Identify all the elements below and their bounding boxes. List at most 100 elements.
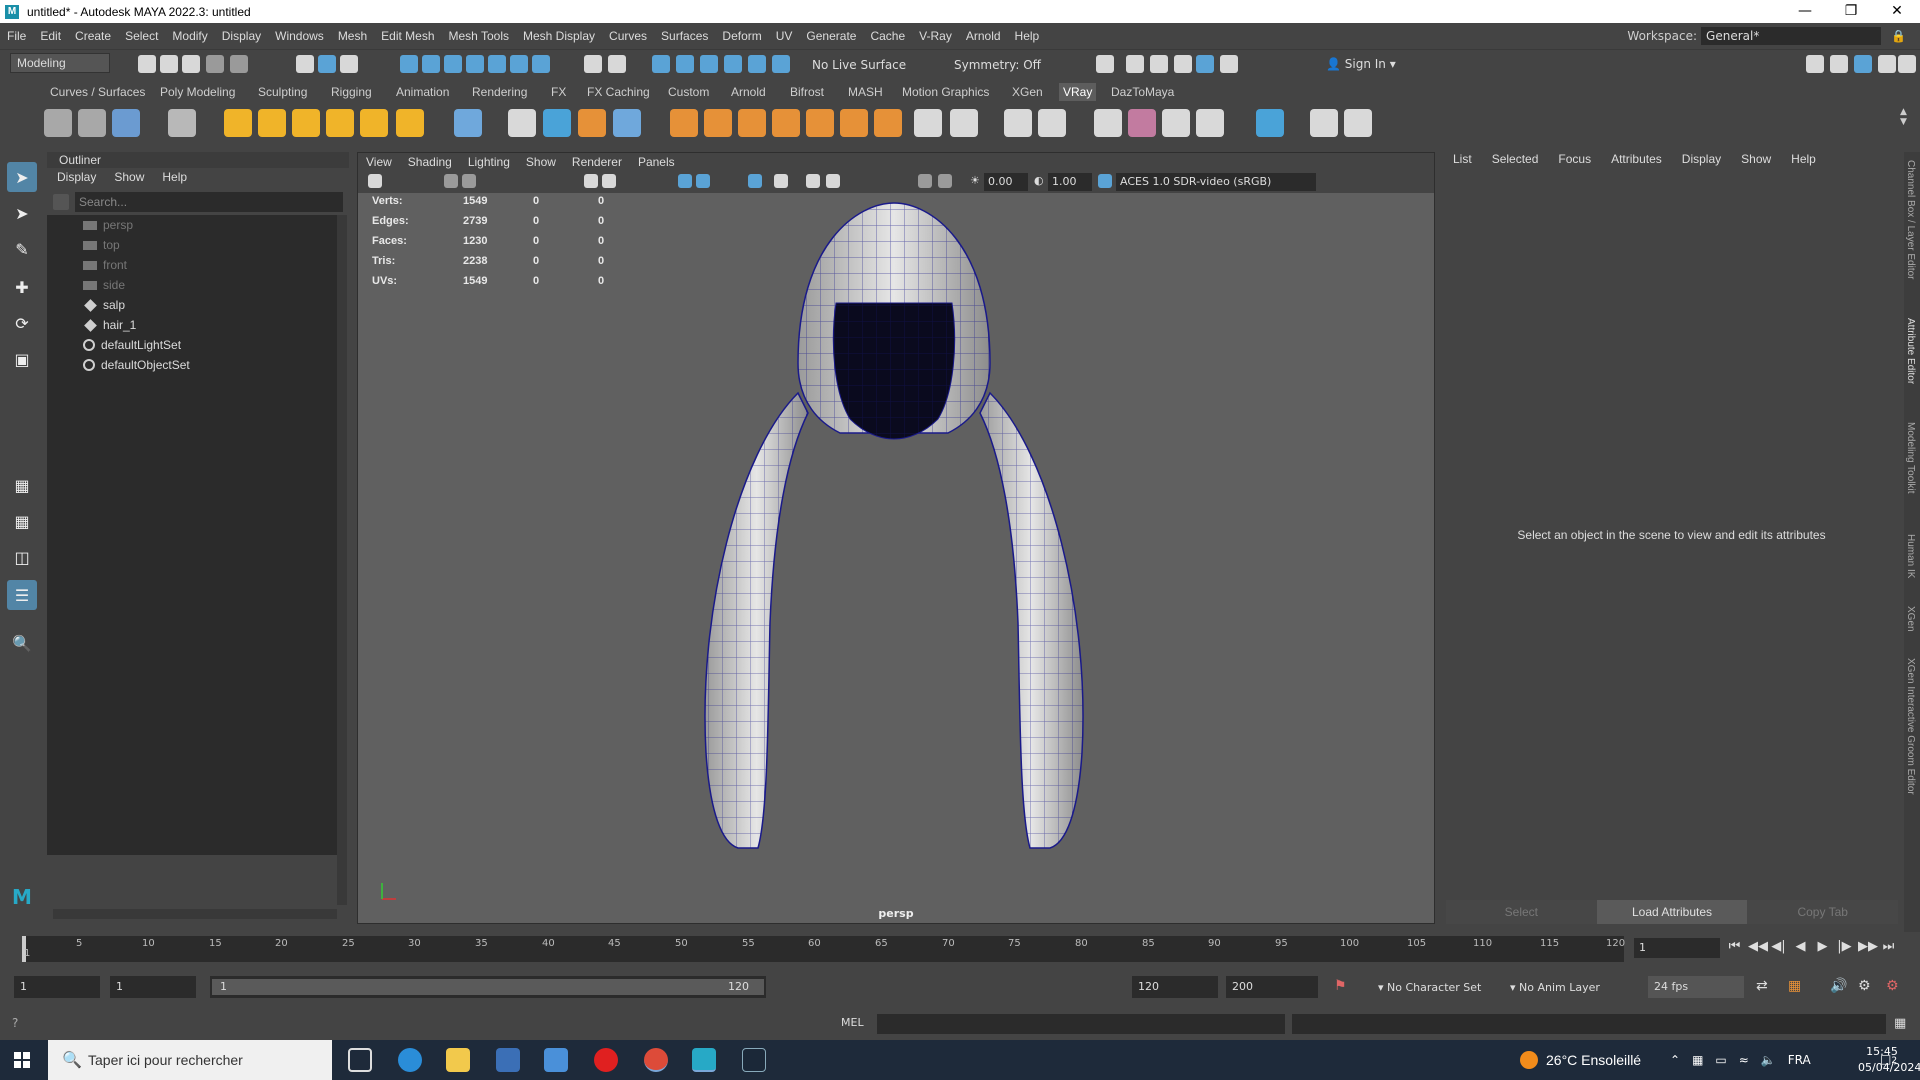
vray-mesh-light-icon[interactable]	[326, 109, 354, 137]
close-button[interactable]: ✕	[1874, 0, 1920, 23]
shelf-tab-animation[interactable]: Animation	[396, 85, 449, 99]
viewport-menu-show[interactable]: Show	[526, 155, 556, 169]
wireframe-icon[interactable]	[678, 174, 692, 188]
snap-point-icon[interactable]	[444, 55, 462, 73]
vray-render-elements-icon[interactable]	[806, 109, 834, 137]
list-item[interactable]: hair_1	[83, 315, 136, 335]
vray-enmesh-icon[interactable]	[1196, 109, 1224, 137]
side-tab-attribute-editor[interactable]: Attribute Editor	[1905, 318, 1916, 384]
scale-tool-icon[interactable]: ▣	[7, 344, 37, 374]
construction-icon[interactable]	[724, 55, 742, 73]
channel-box-icon[interactable]	[1878, 55, 1896, 73]
lasso-tool-icon[interactable]: ➤	[7, 198, 37, 228]
highlight-selection-icon[interactable]	[608, 55, 626, 73]
vray-sphere-light-icon[interactable]	[292, 109, 320, 137]
file-explorer-icon[interactable]	[446, 1048, 470, 1072]
script-editor-icon[interactable]: ▦	[1894, 1016, 1906, 1031]
vray-dome-light-icon[interactable]	[224, 109, 252, 137]
shelf-tab-rigging[interactable]: Rigging	[331, 85, 372, 99]
attribute-editor-icon[interactable]	[1830, 55, 1848, 73]
outliner-search-input[interactable]: Search...	[75, 192, 343, 212]
script-language-toggle[interactable]: MEL	[841, 1016, 864, 1029]
viewport-panel[interactable]: View Shading Lighting Show Renderer Pane…	[357, 152, 1435, 924]
menu-generate[interactable]: Generate	[799, 29, 863, 43]
viewport-menu-panels[interactable]: Panels	[638, 155, 675, 169]
loop-icon[interactable]: ⇄	[1756, 978, 1768, 994]
outliner-horizontal-scrollbar[interactable]	[53, 909, 337, 919]
scene-start-field[interactable]: 1	[14, 976, 100, 998]
vray-material-icon[interactable]	[670, 109, 698, 137]
side-tab-xgen-groom[interactable]: XGen Interactive Groom Editor	[1905, 658, 1916, 795]
maya-taskbar-icon[interactable]	[692, 1048, 716, 1072]
list-item[interactable]: defaultObjectSet	[83, 355, 190, 375]
ae-menu-focus[interactable]: Focus	[1558, 152, 1591, 166]
outliner-vertical-scrollbar[interactable]	[337, 215, 347, 905]
side-tab-human-ik[interactable]: Human IK	[1905, 534, 1916, 578]
vray-shapes-icon[interactable]	[1004, 109, 1032, 137]
live-surface-label[interactable]: No Live Surface	[812, 58, 906, 72]
vray-object-props-icon[interactable]	[738, 109, 766, 137]
ae-menu-selected[interactable]: Selected	[1492, 152, 1539, 166]
menu-vray[interactable]: V-Ray	[912, 29, 959, 43]
lights-icon[interactable]	[806, 174, 820, 188]
viewport-menu-view[interactable]: View	[366, 155, 392, 169]
sign-in-button[interactable]: 👤 Sign In ▾	[1326, 57, 1396, 71]
menu-display[interactable]: Display	[215, 29, 268, 43]
vray-ies-light-icon[interactable]	[360, 109, 388, 137]
menu-mesh-tools[interactable]: Mesh Tools	[442, 29, 516, 43]
outliner-menu-display[interactable]: Display	[57, 170, 96, 184]
snap-surface-icon[interactable]	[488, 55, 506, 73]
shelf-tab-arnold[interactable]: Arnold	[731, 85, 766, 99]
layer-editor-icon[interactable]	[1898, 55, 1916, 73]
vray-render-settings-icon[interactable]	[44, 109, 72, 137]
notification-icon[interactable]: □2	[1880, 1052, 1897, 1066]
list-item[interactable]: salp	[83, 295, 125, 315]
render-settings-icon[interactable]	[1174, 55, 1192, 73]
menu-edit[interactable]: Edit	[33, 29, 68, 43]
chrome-browser-icon[interactable]	[644, 1048, 668, 1072]
outliner-title-tab[interactable]: Outliner	[47, 152, 349, 168]
list-item[interactable]: front	[83, 255, 127, 275]
viewport-menu-shading[interactable]: Shading	[408, 155, 452, 169]
render-frame-icon[interactable]	[1126, 55, 1144, 73]
edge-browser-icon[interactable]	[398, 1048, 422, 1072]
scene-end-field[interactable]: 200	[1226, 976, 1318, 998]
shelf-scroll-icon[interactable]: ▲ ▼	[1900, 107, 1912, 139]
mail-icon[interactable]	[544, 1048, 568, 1072]
wireframe-on-shaded-icon[interactable]	[748, 174, 762, 188]
opera-browser-icon[interactable]	[594, 1048, 618, 1072]
go-to-start-icon[interactable]: ⏮	[1726, 937, 1743, 957]
ae-menu-help[interactable]: Help	[1791, 152, 1816, 166]
menu-modify[interactable]: Modify	[165, 29, 214, 43]
cache-icon[interactable]: ▦	[1788, 978, 1801, 994]
vray-volume-icon[interactable]	[1094, 109, 1122, 137]
menuset-dropdown[interactable]: Modeling	[10, 53, 110, 73]
shelf-tab-curves-surfaces[interactable]: Curves / Surfaces	[50, 85, 145, 99]
range-bar-handle[interactable]: 1 120	[212, 979, 764, 995]
save-scene-icon[interactable]	[182, 55, 200, 73]
color-management-icon[interactable]	[1098, 174, 1112, 188]
isolate-select-icon[interactable]	[918, 174, 932, 188]
ae-menu-show[interactable]: Show	[1741, 152, 1771, 166]
play-backwards-icon[interactable]: ◀	[1792, 937, 1809, 957]
workspace-selector[interactable]: Workspace: General* 🔒	[1627, 27, 1906, 45]
side-tab-channel-box[interactable]: Channel Box / Layer Editor	[1905, 160, 1916, 280]
workspace-dropdown[interactable]: General*	[1701, 27, 1882, 45]
shelf-tab-custom[interactable]: Custom	[668, 85, 709, 99]
shelf-tab-xgen[interactable]: XGen	[1012, 85, 1043, 99]
pause-render-icon[interactable]	[1220, 55, 1238, 73]
select-object-icon[interactable]	[318, 55, 336, 73]
lock-icon[interactable]: 🔒	[1891, 29, 1906, 43]
vray-scene-icon[interactable]	[578, 109, 606, 137]
vray-proxy-import-icon[interactable]	[543, 109, 571, 137]
playback-settings-icon[interactable]: ⚙	[1886, 978, 1899, 994]
menu-arnold[interactable]: Arnold	[959, 29, 1008, 43]
tray-app-icon[interactable]: ▦	[1692, 1053, 1703, 1067]
two-panel-layout-icon[interactable]: ◫	[7, 542, 37, 572]
menu-windows[interactable]: Windows	[268, 29, 331, 43]
vray-fur-icon[interactable]	[613, 109, 641, 137]
go-to-end-icon[interactable]: ⏭	[1880, 937, 1897, 957]
vray-settings-gear-icon[interactable]	[950, 109, 978, 137]
rotate-tool-icon[interactable]: ⟳	[7, 308, 37, 338]
vray-vantage-icon[interactable]	[1344, 109, 1372, 137]
